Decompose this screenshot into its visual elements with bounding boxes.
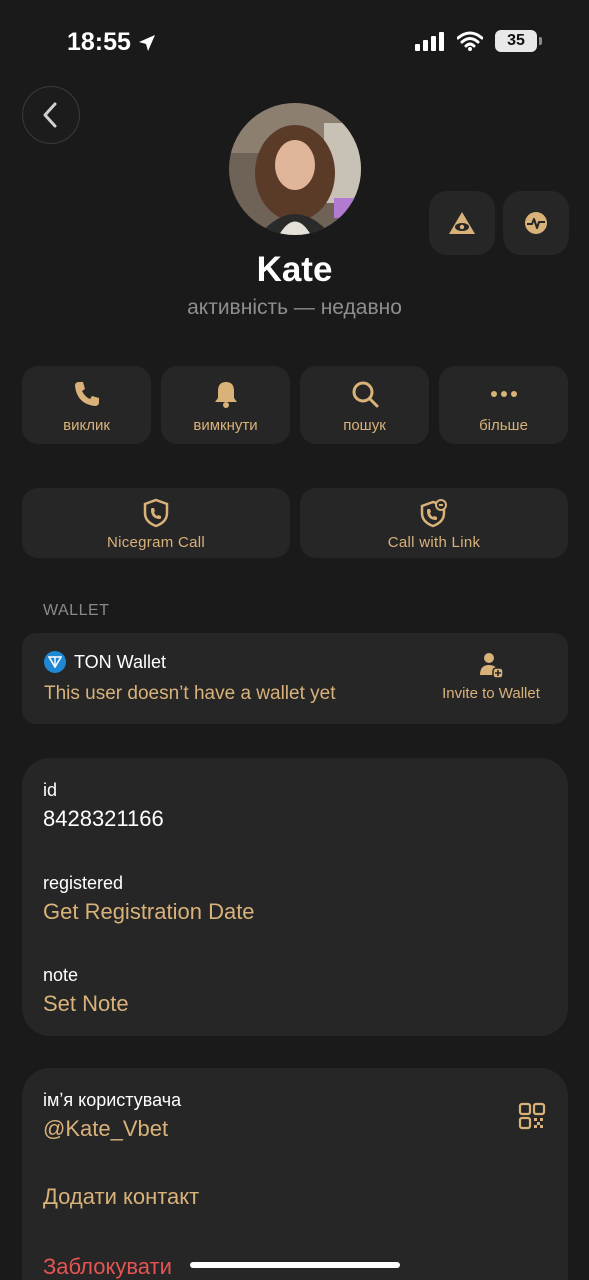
username-key: імʼя користувача <box>43 1090 182 1110</box>
profile-name: Kate <box>256 250 333 289</box>
status-time: 18:55 <box>67 28 131 56</box>
pulse-icon <box>525 212 547 234</box>
home-indicator[interactable] <box>190 1262 400 1268</box>
location-arrow-icon <box>138 34 155 51</box>
qr-code-button[interactable] <box>518 1102 546 1135</box>
more-button[interactable]: більше <box>439 366 568 444</box>
get-registration-date-link[interactable]: Get Registration Date <box>43 899 255 925</box>
info-card: id 8428321166 registered Get Registratio… <box>22 758 568 1036</box>
call-button[interactable]: виклик <box>22 366 151 444</box>
ton-wallet-title: TON Wallet <box>44 651 166 673</box>
avatar-photo <box>229 103 361 235</box>
profile-screen: 18:55 35 Kate активність — недавно викли… <box>0 0 589 1280</box>
ton-logo-icon <box>44 651 66 673</box>
add-contact-button[interactable]: Додати контакт <box>43 1184 199 1210</box>
call-with-link-button[interactable]: Call with Link <box>300 488 568 558</box>
avatar[interactable] <box>229 103 361 235</box>
search-icon <box>352 381 378 408</box>
eye-triangle-icon <box>449 212 475 234</box>
cellular-signal-icon <box>415 32 444 51</box>
set-note-link[interactable]: Set Note <box>43 991 129 1017</box>
eye-triangle-button[interactable] <box>429 191 495 255</box>
call-label: виклик <box>63 417 110 434</box>
wallet-card[interactable]: TON Wallet This user doesn’t have a wall… <box>22 633 568 724</box>
status-time-group: 18:55 <box>67 28 157 57</box>
user-card: імʼя користувача @Kate_Vbet Додати конта… <box>22 1068 568 1280</box>
link-phone-icon <box>420 499 447 528</box>
nicegram-call-button[interactable]: Nicegram Call <box>22 488 290 558</box>
invite-to-wallet-button[interactable]: Invite to Wallet <box>436 651 546 702</box>
registered-key: registered <box>43 873 124 893</box>
mute-button[interactable]: вимкнути <box>161 366 290 444</box>
wallet-status-text: This user doesn’t have a wallet yet <box>44 683 336 704</box>
id-value[interactable]: 8428321166 <box>43 806 164 832</box>
phone-icon <box>74 382 99 406</box>
status-indicators: 35 <box>415 30 542 52</box>
wifi-icon <box>457 31 483 51</box>
invite-to-wallet-label: Invite to Wallet <box>442 685 540 702</box>
ton-wallet-label: TON Wallet <box>74 651 167 672</box>
wallet-section-header: WALLET <box>43 602 110 619</box>
mute-label: вимкнути <box>193 417 258 434</box>
chevron-left-icon <box>43 102 57 128</box>
battery-indicator: 35 <box>495 30 542 52</box>
back-button[interactable] <box>22 86 80 144</box>
last-seen-status: активність — недавно <box>187 296 402 319</box>
username-value[interactable]: @Kate_Vbet <box>43 1116 168 1142</box>
nicegram-call-label: Nicegram Call <box>106 534 206 551</box>
id-key: id <box>43 780 58 800</box>
note-key: note <box>43 965 79 985</box>
call-with-link-label: Call with Link <box>387 534 481 551</box>
shield-phone-icon <box>143 498 169 528</box>
more-label: більше <box>479 417 528 434</box>
more-icon <box>490 391 517 397</box>
pulse-button[interactable] <box>503 191 569 255</box>
search-button[interactable]: пошук <box>300 366 429 444</box>
add-user-icon <box>480 653 504 679</box>
bell-icon <box>214 382 237 408</box>
search-label: пошук <box>343 417 386 434</box>
qr-code-icon <box>518 1102 546 1130</box>
block-user-button[interactable]: Заблокувати <box>43 1254 172 1280</box>
